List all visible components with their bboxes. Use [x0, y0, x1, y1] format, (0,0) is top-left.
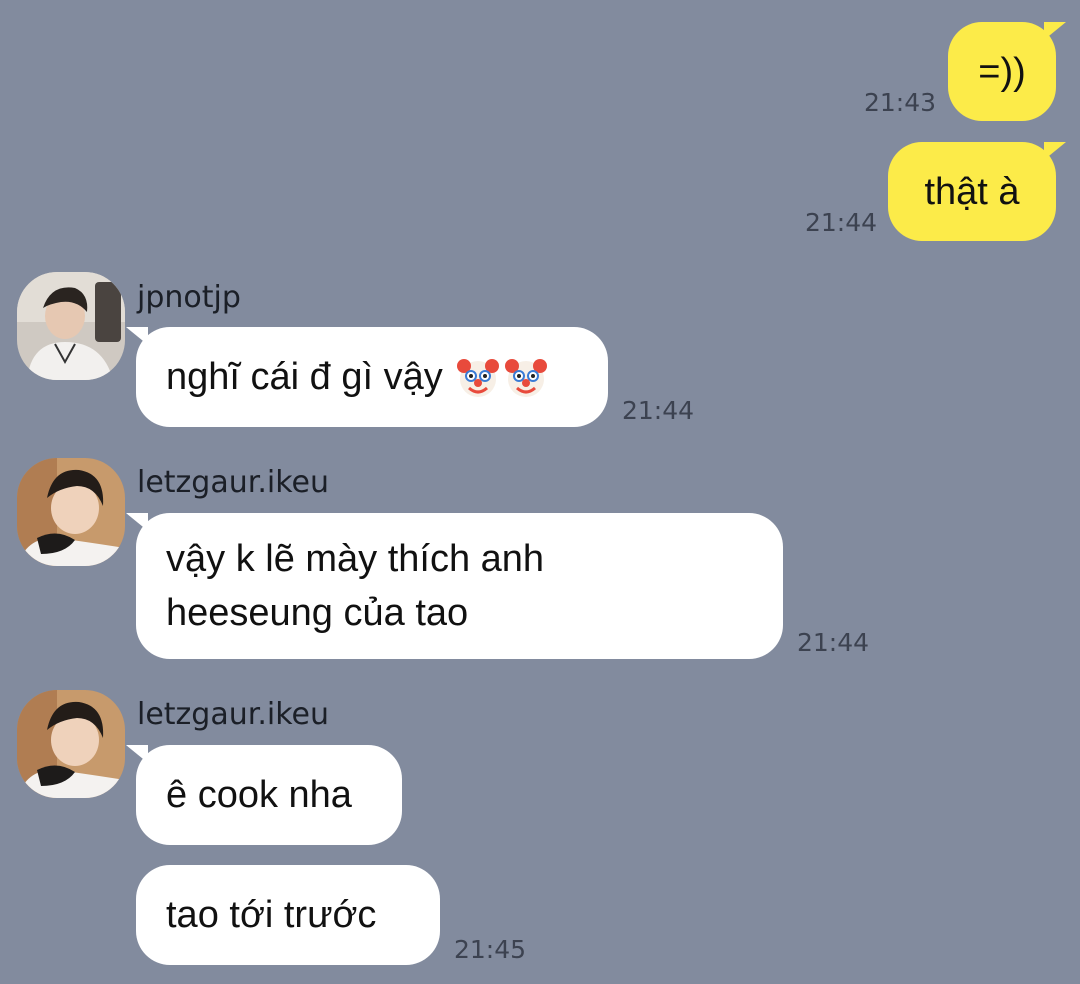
clown-face-icon [504, 359, 547, 397]
message-time: 21:44 [797, 628, 870, 657]
avatar-photo-icon [17, 458, 125, 566]
message-time: 21:44 [622, 396, 695, 425]
message-time: 21:44 [805, 208, 878, 237]
sender-name: letzgaur.ikeu [137, 465, 329, 500]
message-text: thật à [924, 170, 1020, 213]
message-text: =)) [978, 50, 1026, 93]
avatar-letzgaur-ikeu[interactable] [17, 458, 125, 566]
message-text-line: vậy k lẽ mày thích anh [166, 538, 545, 580]
message-text: ê cook nha [166, 774, 352, 816]
incoming-message-bubble[interactable]: vậy k lẽ mày thích anh heeseung của tao [126, 513, 783, 659]
avatar-jpnotjp[interactable] [17, 272, 125, 380]
message-time: 21:45 [454, 935, 527, 964]
incoming-message-bubble[interactable]: nghĩ cái đ gì vậy [126, 327, 608, 427]
avatar-letzgaur-ikeu[interactable] [17, 690, 125, 798]
message-text: nghĩ cái đ gì vậy [166, 356, 443, 398]
avatar-photo-icon [17, 690, 125, 798]
clown-face-icon [456, 359, 499, 397]
sender-name: jpnotjp [137, 280, 241, 315]
incoming-message-bubble[interactable]: ê cook nha [126, 745, 402, 845]
message-time: 21:43 [864, 88, 937, 117]
avatar-photo-icon [17, 272, 125, 380]
outgoing-message-bubble[interactable]: =)) [948, 22, 1066, 121]
sender-name: letzgaur.ikeu [137, 697, 329, 732]
outgoing-message-bubble[interactable]: thật à [888, 142, 1066, 241]
incoming-message-bubble[interactable]: tao tới trước [136, 865, 440, 965]
message-text-line: heeseung của tao [166, 592, 469, 634]
message-text: tao tới trước [166, 894, 377, 936]
